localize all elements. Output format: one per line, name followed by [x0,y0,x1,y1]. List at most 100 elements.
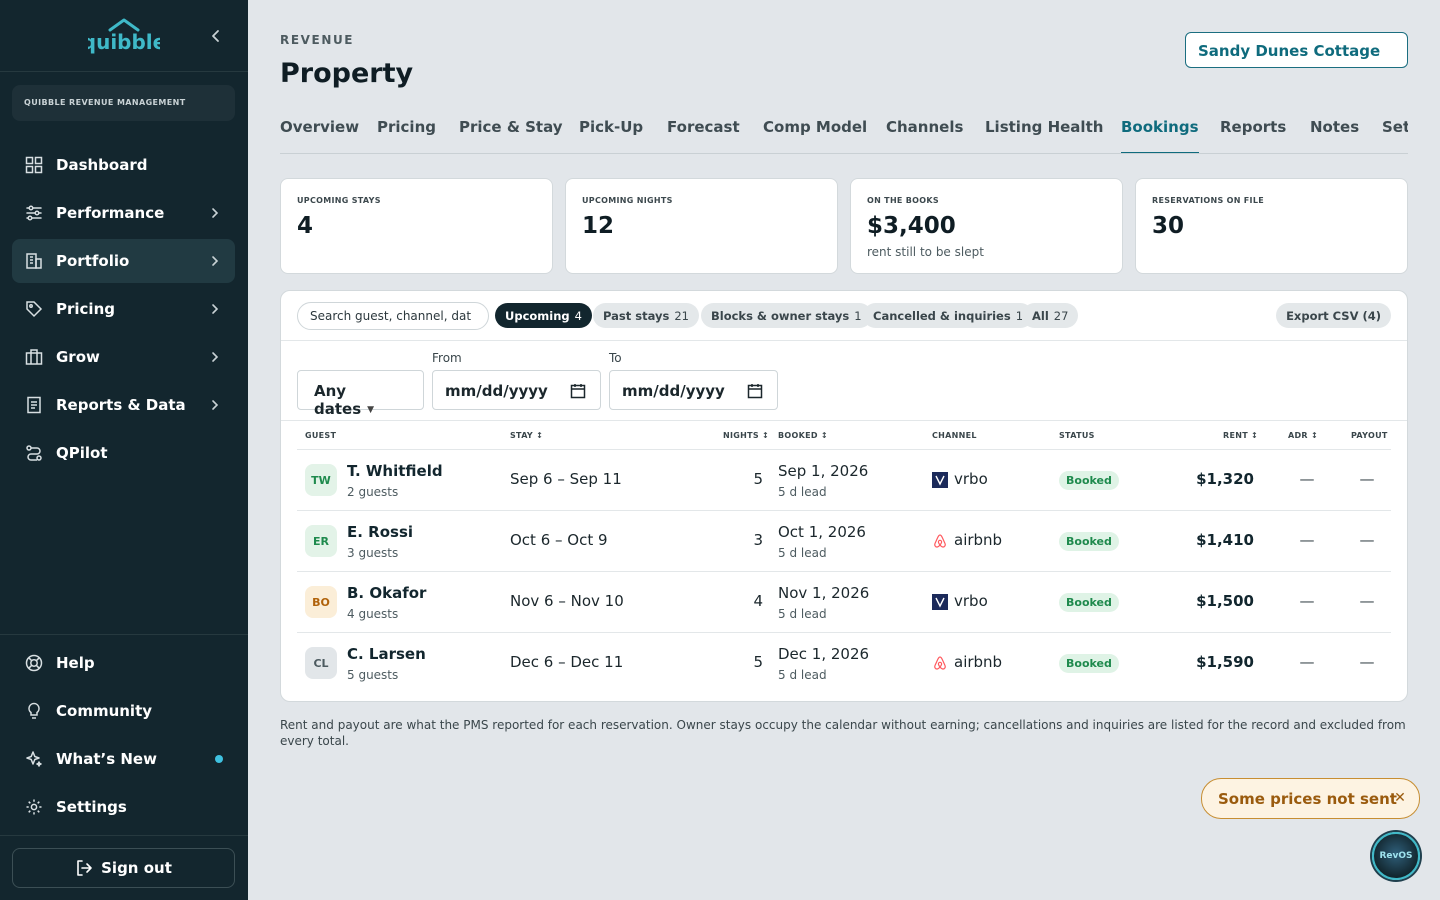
collapse-sidebar-icon[interactable] [206,26,226,46]
chevron-right-icon [212,208,219,218]
close-icon[interactable]: ✕ [1393,790,1407,806]
col-booked[interactable]: BOOKED ↕ [778,431,828,440]
avatar: CL [305,647,337,679]
chevron-right-icon [212,400,219,410]
from-date-input[interactable]: mm/dd/yyyy [432,370,601,410]
nav-whats-new[interactable]: What’s New [12,737,235,781]
table-footnote: Rent and payout are what the PMS reporte… [280,718,1406,748]
nights: 5 [753,470,763,488]
nav-label: Portfolio [56,252,130,270]
guest-count: 4 guests [347,607,399,621]
org-switcher[interactable]: QUIBBLE REVENUE MANAGEMENT [12,85,235,121]
tab-notes[interactable]: Notes [1310,118,1359,153]
sidebar-divider [0,835,248,836]
col-stay[interactable]: STAY ↕ [510,431,543,440]
channel-name: vrbo [954,470,988,488]
col-channel: CHANNEL [932,431,977,440]
page-title: Property [280,58,414,89]
col-nights[interactable]: NIGHTS ↕ [723,431,769,440]
nav-label: Pricing [56,300,115,318]
tab-pick-up[interactable]: Pick-Up [579,118,643,153]
col-adr[interactable]: ADR ↕ [1288,431,1318,440]
filter-chip-upcoming[interactable]: Upcoming 4 [495,303,592,328]
kpi-label: UPCOMING STAYS [297,196,381,205]
kpi-reservations-on-file: RESERVATIONS ON FILE 30 [1135,178,1408,274]
nav-performance[interactable]: Performance [12,191,235,235]
table-row[interactable]: CL C. Larsen 5 guests Dec 6 – Dec 11 5 D… [297,632,1391,693]
calendar-icon[interactable] [747,383,763,399]
tab-channels[interactable]: Channels [886,118,963,153]
filter-chip-all[interactable]: All 27 [1022,303,1079,328]
prices-not-sent-toast[interactable]: Some prices not sent ✕ [1201,778,1420,819]
lightbulb-icon [24,701,44,721]
table-row[interactable]: TW T. Whitfield 2 guests Sep 6 – Sep 11 … [297,449,1391,510]
kpi-value: 12 [582,213,615,239]
revos-assistant-button[interactable]: RevOS [1372,832,1420,880]
guest-count: 2 guests [347,485,399,499]
nav-pricing[interactable]: Pricing [12,287,235,331]
nav-label: Performance [56,204,165,222]
report-icon [24,395,44,415]
tab-comp-model[interactable]: Comp Model [763,118,867,153]
grid-icon [24,155,44,175]
sidebar-divider [0,634,248,635]
tab-settings[interactable]: Set [1382,118,1408,153]
tab-forecast[interactable]: Forecast [667,118,740,153]
nav-label: Reports & Data [56,396,186,414]
nav-qpilot[interactable]: QPilot [12,431,235,475]
nav-settings[interactable]: Settings [12,785,235,829]
sliders-icon [24,203,44,223]
quibble-logo[interactable]: quibble [88,18,160,54]
table-row[interactable]: BO B. Okafor 4 guests Nov 6 – Nov 10 4 N… [297,571,1391,632]
divider [281,420,1407,421]
nav-help[interactable]: Help [12,641,235,685]
nav-portfolio[interactable]: Portfolio [12,239,235,283]
nav-community[interactable]: Community [12,689,235,733]
adr: — [1299,653,1315,671]
nav-label: QPilot [56,444,108,462]
kpi-on-the-books: ON THE BOOKS $3,400 rent still to be sle… [850,178,1123,274]
nav-reports-data[interactable]: Reports & Data [12,383,235,427]
logout-icon [77,860,92,876]
tab-reports[interactable]: Reports [1220,118,1286,153]
nav-dashboard[interactable]: Dashboard [12,143,235,187]
main-nav: Dashboard Performance Portfolio Pricing … [12,143,235,479]
calendar-icon[interactable] [570,383,586,399]
filter-chip-past-stays[interactable]: Past stays 21 [593,303,699,328]
tab-overview[interactable]: Overview [280,118,359,153]
property-selector[interactable]: Sandy Dunes Cottage [1185,32,1408,68]
nights: 5 [753,653,763,671]
col-rent[interactable]: RENT ↕ [1223,431,1258,440]
svg-text:quibble: quibble [88,30,160,54]
filter-chip-blocks-owner[interactable]: Blocks & owner stays 1 [701,303,872,328]
tab-pricing[interactable]: Pricing [377,118,436,153]
kpi-label: RESERVATIONS ON FILE [1152,196,1264,205]
stay-dates: Dec 6 – Dec 11 [510,653,624,671]
avatar: ER [305,525,337,557]
tab-bookings[interactable]: Bookings [1121,118,1199,153]
chip-label: Upcoming [505,309,570,323]
guest-name: E. Rossi [347,523,414,541]
tab-listing-health[interactable]: Listing Health [985,118,1103,153]
channel-name: airbnb [954,653,1003,671]
property-tabs: Overview Pricing Price & Stay Pick-Up Fo… [280,106,1408,154]
building-icon [24,251,44,271]
table-row[interactable]: ER E. Rossi 3 guests Oct 6 – Oct 9 3 Oct… [297,510,1391,571]
guest-count: 3 guests [347,546,399,560]
to-date-input[interactable]: mm/dd/yyyy [609,370,778,410]
tab-price-stay[interactable]: Price & Stay [459,118,563,153]
lead-time: 5 d lead [778,546,827,560]
sign-out-button[interactable]: Sign out [12,848,235,888]
kpi-value: 4 [297,213,314,239]
guest-name: T. Whitfield [347,462,443,480]
lead-time: 5 d lead [778,607,827,621]
channel-name: vrbo [954,592,988,610]
nav-grow[interactable]: Grow [12,335,235,379]
chevron-right-icon [212,304,219,314]
search-input[interactable]: Search guest, channel, dat [297,302,489,330]
export-csv-button[interactable]: Export CSV (4) [1276,303,1391,328]
filter-chip-cancelled[interactable]: Cancelled & inquiries 1 [863,303,1034,328]
date-range-select[interactable]: Any dates ▼ [297,370,424,418]
col-status: STATUS [1059,431,1095,440]
sparkle-icon [24,749,44,769]
